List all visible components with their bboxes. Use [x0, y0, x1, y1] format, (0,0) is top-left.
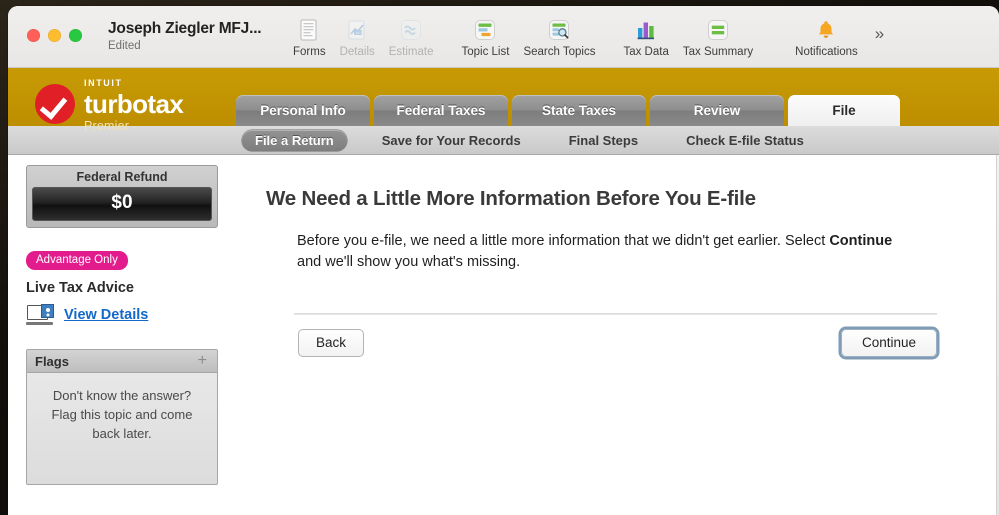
back-button[interactable]: Back [298, 329, 365, 358]
body-text-part2: and we'll show you what's missing. [297, 254, 521, 271]
toolbar-button-forms[interactable]: Forms [286, 17, 333, 58]
turbotax-logo: INTUIT turbotax Premier [35, 74, 184, 133]
flags-panel: Flags + Don't know the answer? Flag this… [26, 349, 218, 485]
document-title-group: Joseph Ziegler MFJ... Edited [108, 20, 286, 52]
toolbar-button-notifications[interactable]: Notifications [788, 17, 865, 58]
minimize-window-button[interactable] [48, 29, 61, 42]
close-window-button[interactable] [27, 29, 40, 42]
toolbar-button-details[interactable]: 16.5 Details [333, 17, 382, 58]
toolbar-label-topic-list: Topic List [461, 46, 510, 58]
topic-list-icon [472, 17, 498, 43]
toolbar-label-forms: Forms [293, 46, 326, 58]
continue-button[interactable]: Continue [840, 329, 937, 358]
tax-summary-icon [705, 17, 731, 43]
estimate-icon [398, 17, 424, 43]
brand-turbotax: turbotax [84, 88, 184, 119]
tab-review[interactable]: Review [650, 95, 784, 126]
view-details-link[interactable]: View Details [64, 307, 148, 323]
forms-icon [296, 17, 322, 43]
toolbar-button-search-topics[interactable]: Search Topics [516, 17, 602, 58]
subnav-item-check-efile-status[interactable]: Check E-file Status [673, 130, 817, 151]
wordmark: INTUIT turbotax Premier [84, 74, 184, 133]
checkmark-icon [35, 83, 75, 124]
svg-text:16.5: 16.5 [355, 30, 364, 35]
window-titlebar: Joseph Ziegler MFJ... Edited Forms 16.5 … [8, 6, 999, 68]
content-area: Federal Refund $0 Advantage Only Live Ta… [8, 155, 999, 515]
tab-file[interactable]: File [788, 95, 900, 126]
subnav-item-final-steps[interactable]: Final Steps [556, 130, 651, 151]
tab-federal-taxes[interactable]: Federal Taxes [374, 95, 508, 126]
page-title: We Need a Little More Information Before… [266, 187, 756, 210]
toolbar-label-search-topics: Search Topics [523, 46, 596, 58]
document-title: Joseph Ziegler MFJ... [108, 20, 262, 37]
laptop-advisor-icon [26, 304, 54, 325]
document-status: Edited [108, 40, 141, 52]
window-controls[interactable] [27, 29, 82, 42]
advantage-card: Advantage Only Live Tax Advice View Deta… [26, 250, 218, 325]
toolbar-label-estimate: Estimate [388, 46, 434, 58]
turbotax-application-window: Joseph Ziegler MFJ... Edited Forms 16.5 … [8, 6, 999, 515]
toolbar-label-notifications: Notifications [795, 46, 858, 58]
brand-header: INTUIT turbotax Premier Personal Info Fe… [8, 68, 999, 132]
brand-edition: Premier [84, 118, 130, 133]
subnav-item-file-a-return[interactable]: File a Return [242, 129, 347, 151]
sidebar: Federal Refund $0 Advantage Only Live Ta… [8, 155, 236, 515]
federal-refund-amount: $0 [32, 187, 212, 221]
flags-panel-header: Flags + [27, 350, 217, 373]
page-body-text: Before you e-file, we need a little more… [297, 231, 917, 273]
toolbar-button-topic-list[interactable]: Topic List [455, 17, 517, 58]
toolbar-button-estimate[interactable]: Estimate [382, 17, 441, 58]
federal-refund-label: Federal Refund [76, 170, 168, 184]
horizontal-divider [294, 313, 937, 316]
body-text-emphasis: Continue [829, 233, 893, 249]
brand-intuit: INTUIT [84, 74, 123, 89]
status-badge-advantage-only: Advantage Only [26, 251, 128, 270]
toolbar-label-tax-data: Tax Data [623, 46, 669, 58]
live-tax-advice-row: View Details [26, 304, 218, 325]
details-icon: 16.5 [344, 17, 370, 43]
toolbar-button-tax-data[interactable]: Tax Data [616, 17, 675, 58]
main-tab-bar: Personal Info Federal Taxes State Taxes … [236, 95, 999, 126]
toolbar: Forms 16.5 Details Estimate Topic List S… [286, 17, 865, 58]
federal-refund-widget: Federal Refund $0 [26, 165, 218, 228]
add-flag-button[interactable]: + [196, 353, 209, 369]
live-tax-advice-title: Live Tax Advice [26, 280, 134, 296]
search-topics-icon [546, 17, 572, 43]
tab-state-taxes[interactable]: State Taxes [512, 95, 646, 126]
flags-panel-title: Flags [35, 353, 69, 369]
tab-personal-info[interactable]: Personal Info [236, 95, 370, 126]
toolbar-label-details: Details [339, 46, 375, 58]
subnav-item-save-for-your-records[interactable]: Save for Your Records [369, 130, 534, 151]
toolbar-overflow-chevron-icon[interactable]: » [875, 24, 885, 44]
main-pane: We Need a Little More Information Before… [236, 155, 999, 515]
flags-empty-message: Don't know the answer? Flag this topic a… [51, 388, 193, 441]
navigation-button-row: Back Continue [298, 329, 937, 358]
bell-icon [813, 17, 839, 43]
toolbar-label-tax-summary: Tax Summary [682, 46, 754, 58]
body-text-part1: Before you e-file, we need a little more… [297, 233, 830, 249]
maximize-window-button[interactable] [69, 29, 82, 42]
tax-data-icon [633, 17, 659, 43]
toolbar-button-tax-summary[interactable]: Tax Summary [676, 17, 760, 58]
